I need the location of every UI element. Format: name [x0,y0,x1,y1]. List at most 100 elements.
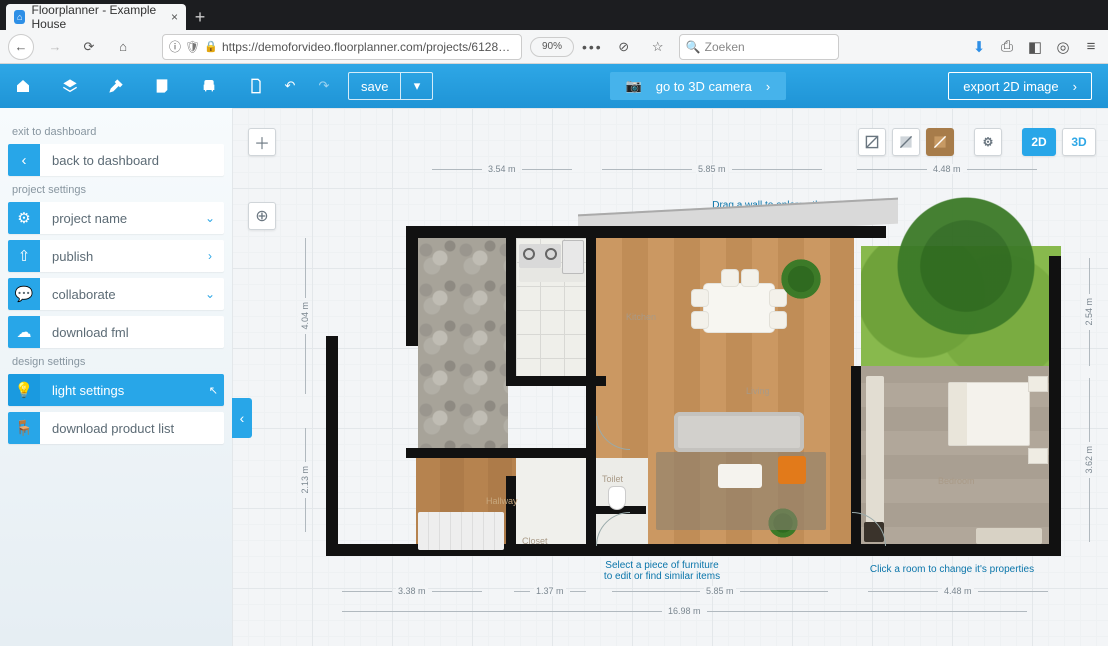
undo-icon[interactable]: ↶ [280,76,300,96]
bookmark-button[interactable]: ☆ [645,34,671,60]
library-icon[interactable]: ⎙ [998,38,1016,55]
wall[interactable] [406,226,418,346]
furniture-stove[interactable] [519,244,561,268]
furniture-bed[interactable] [948,382,1030,446]
floor-plan[interactable]: Kitchen Living Hallway Toilet Closet Bed… [326,216,1061,556]
view-2d-button[interactable]: 2D [1022,128,1056,156]
furniture-armchair[interactable] [778,456,806,484]
layers-icon[interactable] [59,75,81,97]
sidebar-icon[interactable]: ◧ [1026,38,1044,56]
view-mode-2[interactable] [892,128,920,156]
dimension-bottom-1: 3.38 m [342,586,482,596]
furniture-chair[interactable] [692,312,708,328]
save-button-group: save ▾ [348,72,433,100]
go-to-3d-label: go to 3D camera [656,79,752,94]
furniture-chair[interactable] [692,290,708,306]
sidebar-item-project-name[interactable]: ⚙ project name ⌄ [8,202,224,234]
wall[interactable] [506,476,516,556]
chevron-right-icon: › [1073,79,1077,94]
furniture-toilet[interactable] [608,486,626,510]
gear-icon: ⚙ [8,202,40,234]
url-bar[interactable]: ⓘ 🛡 🔒 https://demoforvideo.floorplanner.… [162,34,522,60]
chevron-down-icon: ⌄ [196,211,224,225]
furniture-dresser[interactable] [976,528,1042,544]
sidebar-item-collaborate[interactable]: 💬 collaborate ⌄ [8,278,224,310]
sidebar-label: collaborate [40,287,196,302]
furniture-nightstand[interactable] [1028,448,1048,464]
menu-icon[interactable]: ≡ [1082,38,1100,55]
view-mode-3[interactable] [926,128,954,156]
sidebar-section-design: design settings [12,356,224,368]
chevron-down-icon: ⌄ [196,287,224,301]
add-tool[interactable]: ＋ [248,128,276,156]
go-to-3d-button[interactable]: 📷 go to 3D camera › [610,72,787,100]
furniture-wardrobe[interactable] [866,376,884,526]
browser-tabbar: ⌂ Floorplanner - Example House × + [0,0,1108,30]
furniture-chair[interactable] [742,270,758,286]
zoom-level[interactable]: 90% [530,37,574,57]
cursor-icon: ↖ [209,384,218,397]
redo-icon[interactable]: ↷ [314,76,334,96]
furniture-nightstand[interactable] [1028,376,1048,392]
sidebar-item-download-products[interactable]: 🪑 download product list [8,412,224,444]
dimension-bottom-total: 16.98 m [342,606,1027,616]
favicon-icon: ⌂ [14,10,25,24]
furniture-chair[interactable] [770,312,786,328]
more-icon[interactable]: ••• [582,39,603,55]
reload-button[interactable]: ⟳ [76,34,102,60]
export-2d-button[interactable]: export 2D image › [948,72,1092,100]
new-file-icon[interactable] [246,76,266,96]
home-button[interactable]: ⌂ [110,34,136,60]
view-3d-button[interactable]: 3D [1062,128,1096,156]
sidebar-label: download fml [40,325,224,340]
locate-tool[interactable]: ⊕ [248,202,276,230]
wall[interactable] [586,448,596,556]
sidebar-item-light-settings[interactable]: 💡 light settings ↖ [8,374,224,406]
search-icon: 🔍 [686,40,701,54]
app-body: exit to dashboard ‹ back to dashboard pr… [0,108,1108,646]
sidebar-item-download-fml[interactable]: ☁ download fml [8,316,224,348]
furniture-fridge[interactable] [562,240,584,274]
furniture-coffee-table[interactable] [718,464,762,488]
wall[interactable] [586,226,596,456]
note-icon[interactable] [151,75,173,97]
save-button[interactable]: save [349,73,400,99]
forward-button[interactable]: → [42,34,68,60]
garden-tree[interactable] [886,186,1046,346]
home-icon[interactable] [12,75,34,97]
wall[interactable] [1049,256,1061,556]
upload-icon: ⇧ [8,240,40,272]
build-icon[interactable] [105,75,127,97]
furniture-stairs[interactable] [418,512,504,550]
reader-button[interactable]: ⊘ [611,34,637,60]
chevron-left-icon: ‹ [8,144,40,176]
sidebar-item-publish[interactable]: ⇧ publish › [8,240,224,272]
furniture-sofa[interactable] [674,412,804,452]
collapse-sidebar-button[interactable]: ‹ [232,398,252,438]
floor-bath [516,458,588,550]
save-dropdown[interactable]: ▾ [400,73,432,99]
furniture-plant[interactable] [778,256,824,302]
back-button[interactable]: ← [8,34,34,60]
new-tab-button[interactable]: + [186,4,214,30]
browser-tab[interactable]: ⌂ Floorplanner - Example House × [6,4,186,30]
furniture-chair[interactable] [722,270,738,286]
sidebar-label: back to dashboard [40,153,224,168]
camera-settings[interactable]: ⚙ [974,128,1002,156]
view-mode-1[interactable] [858,128,886,156]
download-icon[interactable]: ⬇ [970,38,988,56]
furniture-icon[interactable] [198,75,220,97]
sidebar-section-exit: exit to dashboard [12,126,224,138]
account-icon[interactable]: ◎ [1054,38,1072,56]
canvas[interactable]: ‹ ＋ ⊕ ⚙ 2D 3D 3.54 m 5.85 m 4.48 m 3.38 … [232,108,1108,646]
wall[interactable] [326,336,338,556]
tab-close-icon[interactable]: × [171,10,178,24]
sidebar-item-back[interactable]: ‹ back to dashboard [8,144,224,176]
wall[interactable] [406,226,886,238]
wall[interactable] [506,226,516,386]
furniture-dining-table[interactable] [704,284,774,332]
browser-search[interactable]: 🔍 Zoeken [679,34,839,60]
chair-icon: 🪑 [8,412,40,444]
wall[interactable] [406,448,596,458]
sidebar: exit to dashboard ‹ back to dashboard pr… [0,108,232,646]
